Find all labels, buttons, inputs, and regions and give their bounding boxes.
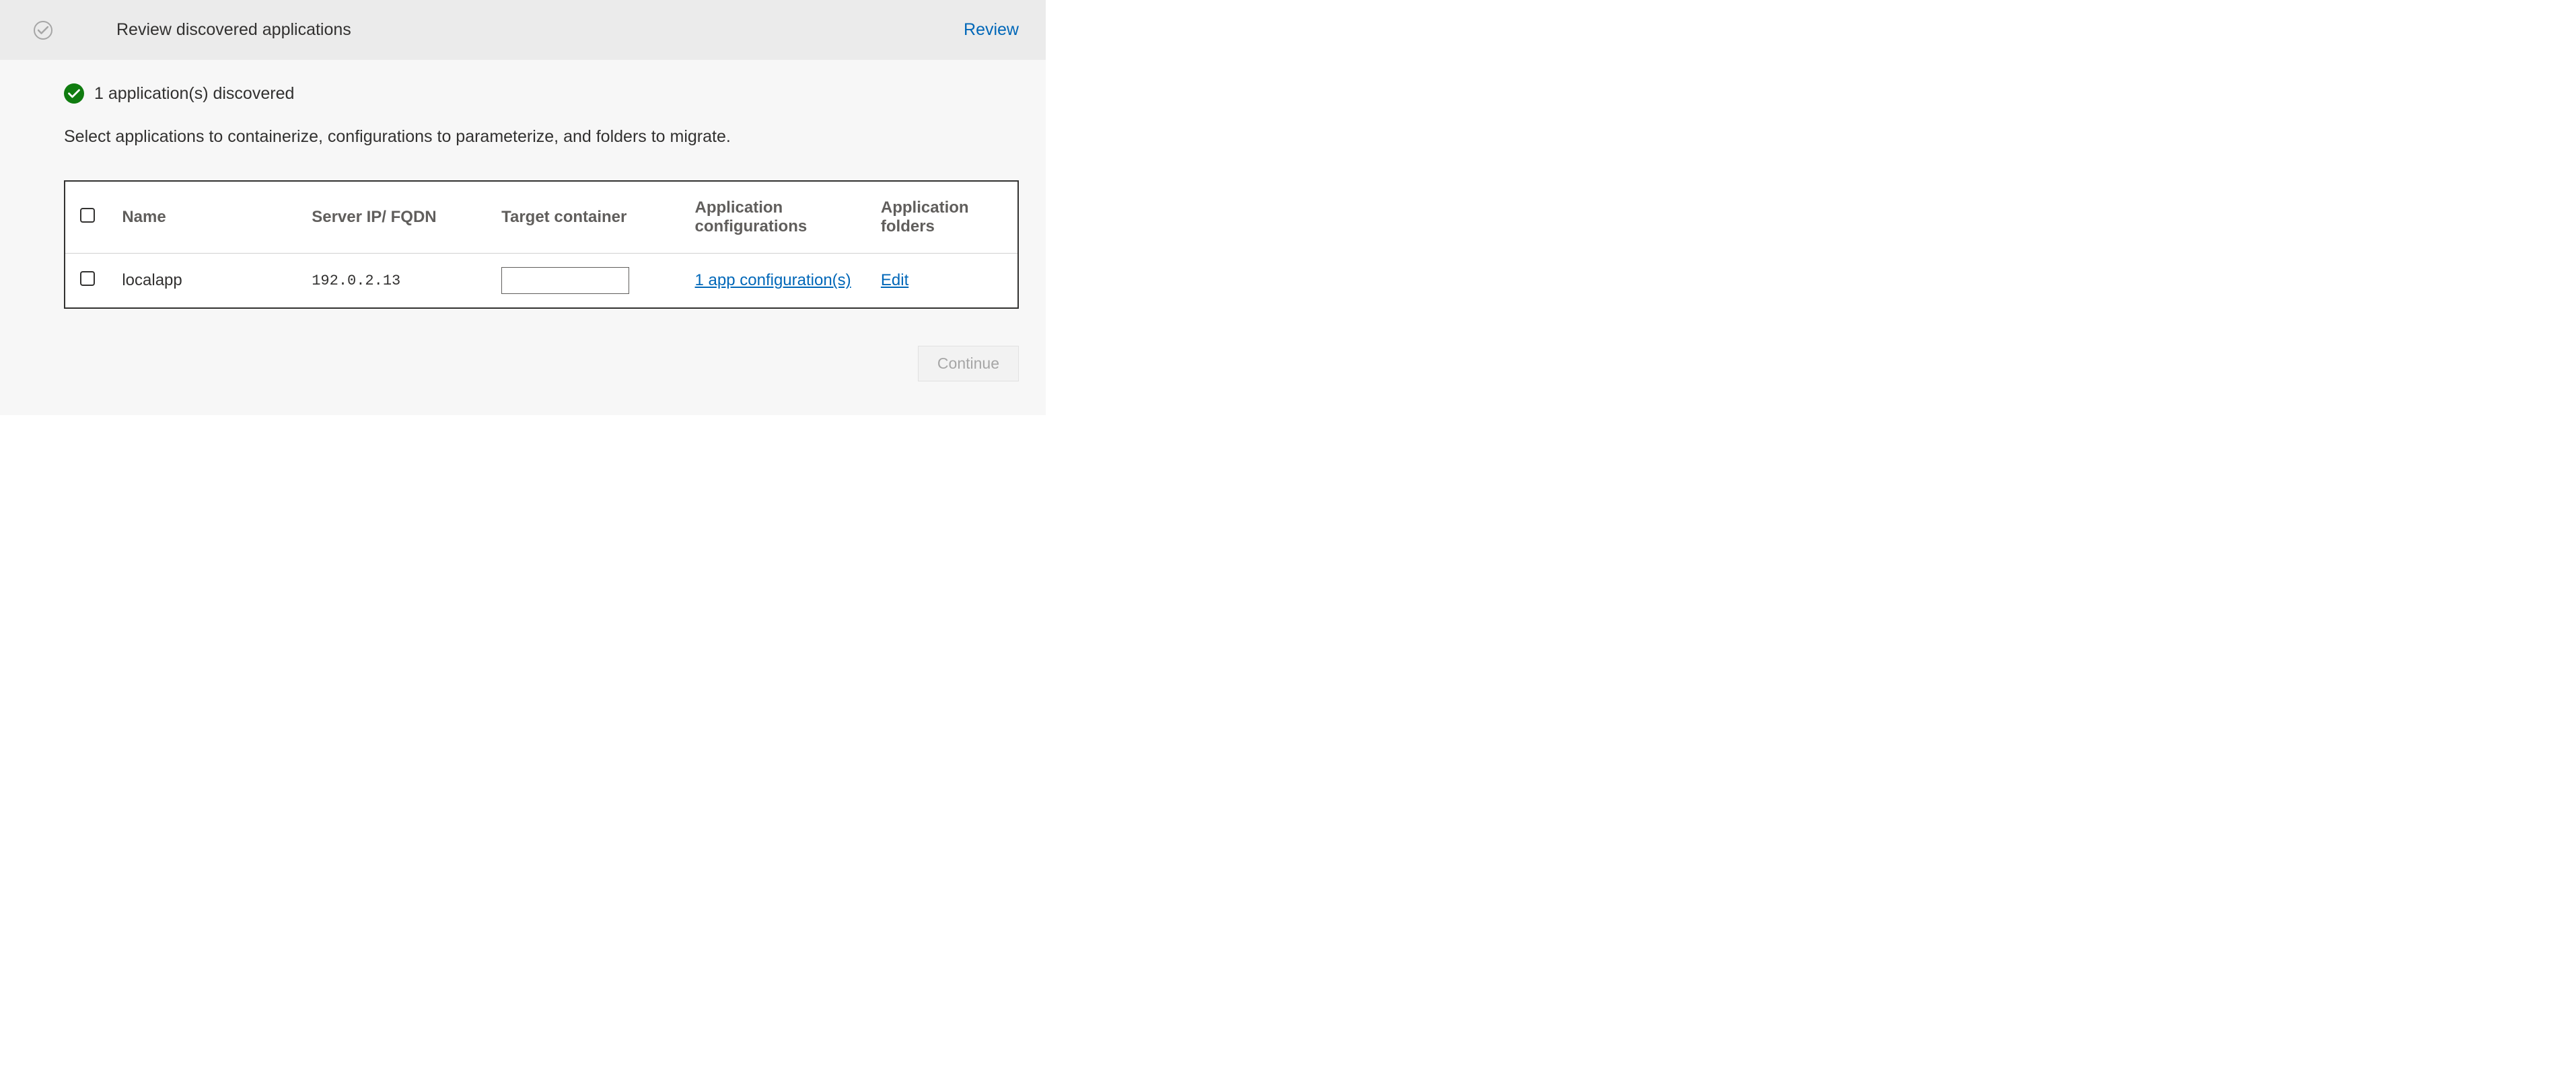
row-checkbox-cell (65, 254, 110, 308)
row-target-cell (489, 254, 682, 308)
row-folders-cell: Edit (869, 254, 1017, 308)
footer: Continue (64, 309, 1019, 381)
content-area: 1 application(s) discovered Select appli… (0, 60, 1046, 415)
header-server: Server IP/ FQDN (299, 182, 489, 254)
table-row: localapp 192.0.2.13 1 app configuration(… (65, 254, 1017, 308)
description-text: Select applications to containerize, con… (64, 127, 1019, 147)
status-row: 1 application(s) discovered (64, 83, 1019, 104)
app-configurations-link[interactable]: 1 app configuration(s) (695, 269, 851, 292)
row-name: localapp (110, 254, 299, 308)
table-header-row: Name Server IP/ FQDN Target container Ap… (65, 182, 1017, 254)
header-folders: Application folders (869, 182, 1017, 254)
row-checkbox[interactable] (80, 271, 95, 286)
row-config-cell: 1 app configuration(s) (683, 254, 869, 308)
header-name: Name (110, 182, 299, 254)
continue-button[interactable]: Continue (918, 346, 1019, 381)
section-header: Review discovered applications Review (0, 0, 1046, 60)
header-target: Target container (489, 182, 682, 254)
header-checkbox-cell (65, 182, 110, 254)
target-container-input[interactable] (501, 267, 629, 294)
applications-table: Name Server IP/ FQDN Target container Ap… (65, 182, 1017, 307)
edit-folders-link[interactable]: Edit (881, 269, 908, 292)
review-link[interactable]: Review (964, 20, 1019, 40)
status-text: 1 application(s) discovered (94, 84, 294, 104)
page-container: Review discovered applications Review 1 … (0, 0, 1046, 415)
checkmark-circle-icon (34, 21, 52, 40)
header-config: Application configurations (683, 182, 869, 254)
section-title: Review discovered applications (116, 20, 964, 40)
success-icon (64, 83, 84, 104)
applications-table-wrapper: Name Server IP/ FQDN Target container Ap… (64, 180, 1019, 309)
select-all-checkbox[interactable] (80, 208, 95, 223)
row-server: 192.0.2.13 (299, 254, 489, 308)
